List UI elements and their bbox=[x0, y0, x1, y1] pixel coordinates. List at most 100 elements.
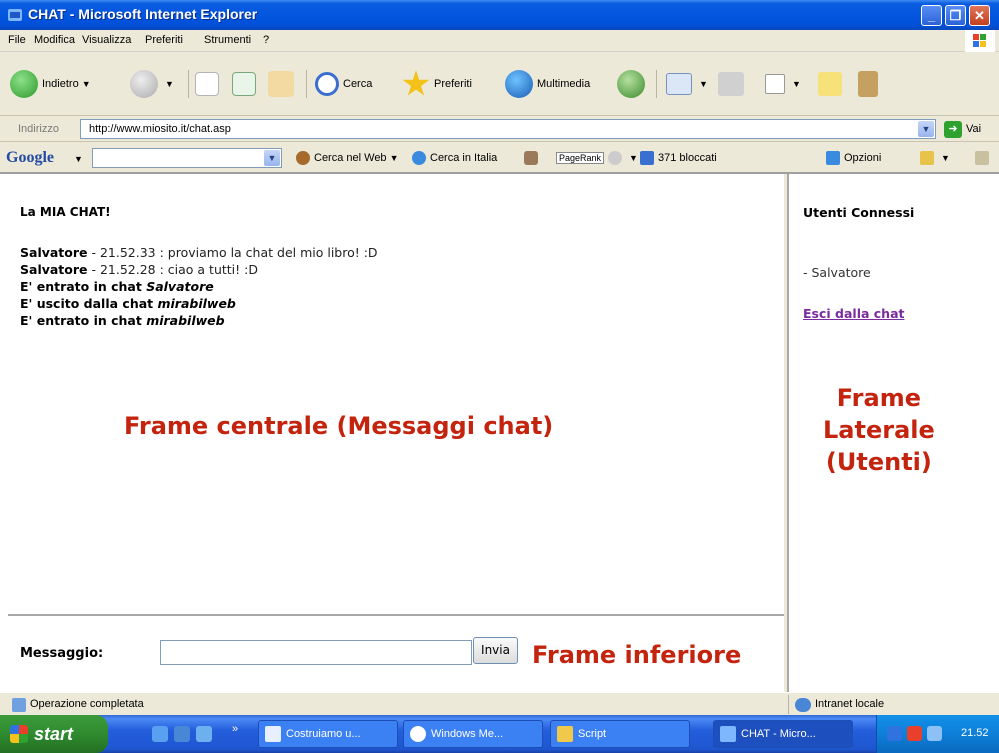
ie-app-icon bbox=[8, 9, 22, 21]
connected-user: - Salvatore bbox=[803, 265, 871, 280]
chat-event: E' entrato in chat mirabilweb bbox=[20, 312, 378, 329]
stop-icon bbox=[195, 72, 219, 96]
maximize-button[interactable]: ❐ bbox=[945, 5, 966, 26]
popup-blocker-button[interactable]: 371 bloccati bbox=[640, 151, 717, 165]
minimize-button[interactable]: _ bbox=[921, 5, 942, 26]
back-button[interactable]: Indietro ▼ bbox=[10, 66, 91, 102]
ie-quicklaunch-icon[interactable] bbox=[174, 726, 190, 742]
menu-file[interactable]: File bbox=[8, 34, 26, 46]
address-url[interactable]: http://www.miosito.it/chat.asp bbox=[89, 123, 231, 135]
event-text: E' entrato in chat bbox=[20, 279, 147, 294]
title-bar[interactable]: CHAT - Microsoft Internet Explorer _ ❐ ✕ bbox=[0, 0, 999, 30]
quicklaunch-overflow-icon[interactable]: » bbox=[232, 723, 238, 735]
search-web-label: Cerca nel Web bbox=[314, 152, 387, 164]
status-bar: Operazione completata Intranet locale bbox=[0, 692, 999, 715]
start-label: start bbox=[34, 723, 74, 744]
side-frame-label-line: (Utenti) bbox=[825, 448, 932, 476]
volume-icon[interactable] bbox=[927, 726, 942, 741]
taskbar: start » Costruiamo u... Windows Me... Sc… bbox=[0, 715, 999, 753]
home-icon bbox=[268, 71, 294, 97]
menu-visualizza[interactable]: Visualizza bbox=[82, 34, 131, 46]
menu-help[interactable]: ? bbox=[263, 34, 269, 46]
forward-button[interactable]: ▼ bbox=[130, 66, 174, 102]
discuss-button[interactable] bbox=[818, 66, 846, 102]
address-bar: Indirizzo http://www.miosito.it/chat.asp… bbox=[0, 116, 999, 142]
print-button[interactable] bbox=[718, 66, 748, 102]
history-button[interactable] bbox=[617, 66, 649, 102]
window-title: CHAT - Microsoft Internet Explorer bbox=[28, 6, 258, 22]
address-input[interactable]: http://www.miosito.it/chat.asp ▼ bbox=[80, 119, 936, 139]
start-button[interactable]: start bbox=[0, 715, 108, 753]
media-button[interactable]: Multimedia bbox=[505, 66, 590, 102]
google-logo[interactable]: Google bbox=[6, 149, 54, 167]
google-menu-dropdown-icon[interactable]: ▼ bbox=[74, 154, 83, 164]
stop-button[interactable] bbox=[195, 66, 223, 102]
event-text: E' uscito dalla chat bbox=[20, 296, 158, 311]
popup-blocker-icon bbox=[640, 151, 654, 165]
event-text: E' entrato in chat bbox=[20, 313, 147, 328]
pagerank-indicator[interactable]: PageRank ▼ bbox=[556, 151, 638, 165]
search-web-button[interactable]: Cerca nel Web ▼ bbox=[296, 151, 398, 165]
pagerank-label: PageRank bbox=[556, 152, 605, 164]
clock: 21.52 bbox=[961, 727, 989, 739]
google-search-dropdown-icon[interactable]: ▼ bbox=[264, 150, 280, 166]
edit-icon bbox=[765, 74, 785, 94]
options-icon bbox=[826, 151, 840, 165]
task-windows-media[interactable]: Windows Me... bbox=[403, 720, 543, 748]
home-button[interactable] bbox=[268, 66, 298, 102]
side-frame-label-line: Laterale bbox=[823, 416, 935, 444]
folder-icon bbox=[557, 726, 573, 742]
side-frame-label-line: Frame bbox=[836, 384, 921, 412]
network-icon[interactable] bbox=[887, 726, 902, 741]
edit-button[interactable]: ▼ bbox=[765, 66, 801, 102]
folder-icon bbox=[920, 151, 934, 165]
search-label: Cerca bbox=[343, 78, 373, 90]
highlighter-button[interactable] bbox=[975, 151, 993, 165]
outlook-quicklaunch-icon[interactable] bbox=[196, 726, 212, 742]
menu-preferiti[interactable]: Preferiti bbox=[145, 34, 183, 46]
menu-modifica[interactable]: Modifica bbox=[34, 34, 75, 46]
favorites-button[interactable]: Preferiti bbox=[402, 66, 472, 102]
note-icon bbox=[818, 72, 842, 96]
star-icon bbox=[402, 70, 430, 96]
back-label: Indietro bbox=[42, 78, 79, 90]
folder-button[interactable]: ▼ bbox=[920, 151, 950, 165]
page-content: La MIA CHAT! Salvatore - 21.52.33 : prov… bbox=[0, 174, 999, 692]
chat-messages: Salvatore - 21.52.33 : proviamo la chat … bbox=[20, 244, 378, 329]
address-dropdown-icon[interactable]: ▼ bbox=[918, 121, 934, 137]
exit-chat-link[interactable]: Esci dalla chat bbox=[803, 306, 904, 321]
search-button[interactable]: Cerca bbox=[315, 66, 372, 102]
show-desktop-icon[interactable] bbox=[152, 726, 168, 742]
task-script[interactable]: Script bbox=[550, 720, 690, 748]
event-name: mirabilweb bbox=[157, 296, 236, 311]
page-status-icon bbox=[12, 698, 26, 712]
options-button[interactable]: Opzioni bbox=[826, 151, 881, 165]
menu-strumenti[interactable]: Strumenti bbox=[204, 34, 251, 46]
refresh-button[interactable] bbox=[232, 66, 260, 102]
mail-button[interactable]: ▼ bbox=[666, 66, 708, 102]
messenger-icon bbox=[858, 71, 878, 97]
close-button[interactable]: ✕ bbox=[969, 5, 990, 26]
send-button[interactable]: Invia bbox=[473, 637, 518, 664]
message-text: - 21.52.28 : ciao a tutti! :D bbox=[87, 262, 258, 277]
go-arrow-icon[interactable]: ➜ bbox=[944, 121, 962, 138]
chat-event: E' entrato in chat Salvatore bbox=[20, 278, 378, 295]
go-button[interactable]: Vai bbox=[966, 123, 981, 135]
menu-bar: File Modifica Visualizza Preferiti Strum… bbox=[0, 30, 999, 52]
messenger-button[interactable] bbox=[858, 66, 882, 102]
tray-app-icon[interactable] bbox=[907, 726, 922, 741]
ie-icon bbox=[720, 726, 736, 742]
binoculars-icon bbox=[296, 151, 310, 165]
task-costruiamo[interactable]: Costruiamo u... bbox=[258, 720, 398, 748]
blocked-count: 371 bloccati bbox=[658, 152, 717, 164]
message-text: - 21.52.33 : proviamo la chat del mio li… bbox=[87, 245, 378, 260]
options-label: Opzioni bbox=[844, 152, 882, 164]
task-label: CHAT - Micro... bbox=[741, 728, 816, 740]
search-italy-button[interactable]: Cerca in Italia bbox=[412, 151, 497, 165]
google-search-input[interactable]: ▼ bbox=[92, 148, 282, 168]
task-chat-ie[interactable]: CHAT - Micro... bbox=[713, 720, 853, 748]
message-input[interactable] bbox=[160, 640, 472, 665]
highlighter-icon bbox=[975, 151, 989, 165]
document-icon bbox=[265, 726, 281, 742]
page-info-button[interactable] bbox=[524, 151, 542, 165]
